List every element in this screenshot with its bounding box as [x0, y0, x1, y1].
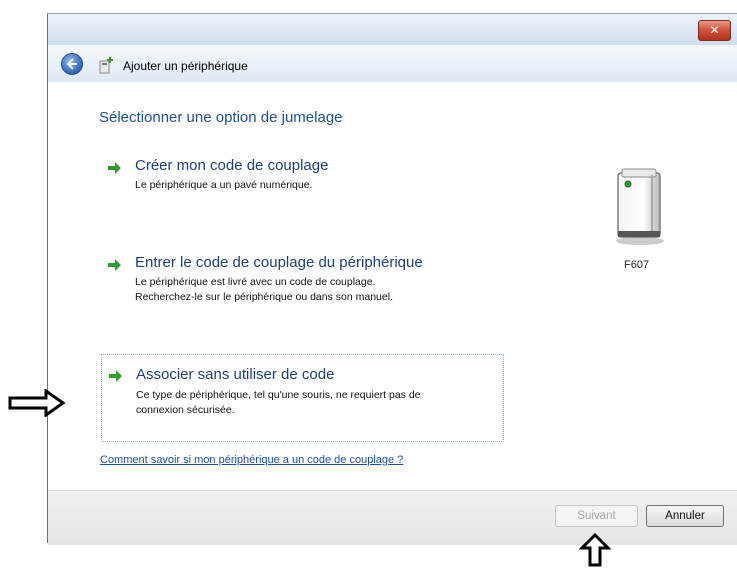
- next-button[interactable]: Suivant: [555, 505, 638, 527]
- dialog-title: Ajouter un périphérique: [123, 59, 248, 73]
- option-enter-device-code[interactable]: Entrer le code de couplage du périphériq…: [101, 254, 504, 324]
- device-icon: [616, 168, 664, 245]
- annotation-arrow-right-icon: [8, 389, 66, 417]
- dialog-window: ✕ Ajouter un périphérique Sélectionner u…: [47, 13, 737, 545]
- option-description: Le périphérique a un pavé numérique.: [135, 178, 500, 193]
- green-arrow-icon: [109, 370, 122, 382]
- back-button[interactable]: [61, 53, 83, 75]
- title-bar: ✕: [48, 14, 737, 45]
- page-title: Sélectionner une option de jumelage: [99, 109, 343, 126]
- add-device-icon: [99, 57, 113, 74]
- dialog-header: Ajouter un périphérique: [48, 45, 737, 82]
- option-create-code[interactable]: Créer mon code de couplage Le périphériq…: [101, 157, 504, 217]
- dialog-footer: Suivant Annuler: [48, 490, 737, 545]
- device-label: F607: [624, 259, 650, 271]
- option-description: Le périphérique est livré avec un code d…: [135, 275, 500, 305]
- desc-line: Ce type de périphérique, tel qu'une sour…: [136, 389, 421, 401]
- option-pair-without-code[interactable]: Associer sans utiliser de code Ce type d…: [101, 354, 504, 442]
- content-area: Sélectionner une option de jumelage Crée…: [48, 82, 737, 490]
- option-title: Entrer le code de couplage du périphériq…: [135, 254, 423, 271]
- desc-line: Le périphérique est livré avec un code d…: [135, 276, 376, 288]
- desc-line: Le périphérique a un pavé numérique.: [135, 179, 313, 191]
- green-arrow-icon: [108, 259, 121, 271]
- back-arrow-icon: [66, 58, 77, 70]
- annotation-arrow-up-icon: [579, 533, 611, 567]
- desc-line: Recherchez-le sur le périphérique ou dan…: [135, 291, 393, 303]
- close-button[interactable]: ✕: [698, 20, 731, 41]
- option-title: Créer mon code de couplage: [135, 157, 329, 174]
- help-link[interactable]: Comment savoir si mon périphérique a un …: [100, 454, 403, 466]
- option-title: Associer sans utiliser de code: [136, 366, 335, 383]
- green-arrow-icon: [108, 162, 121, 174]
- option-description: Ce type de périphérique, tel qu'une sour…: [136, 388, 501, 418]
- cancel-button[interactable]: Annuler: [646, 505, 724, 527]
- desc-line: connexion sécurisée.: [136, 404, 235, 416]
